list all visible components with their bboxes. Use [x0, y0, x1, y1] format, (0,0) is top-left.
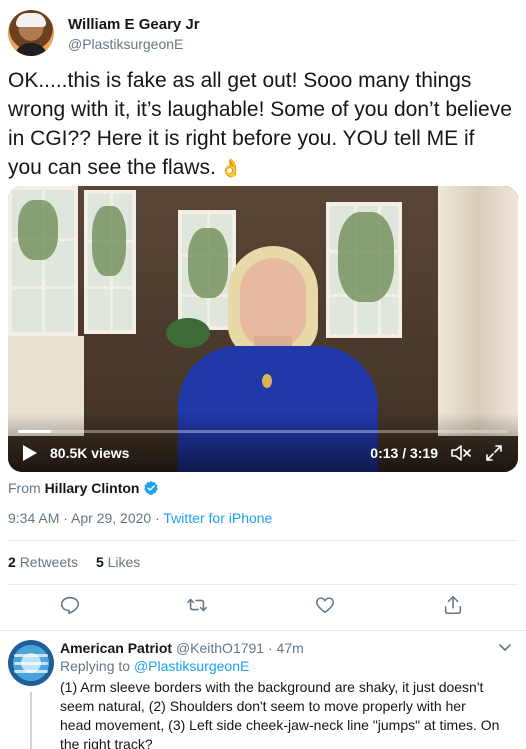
view-count: 80.5K views	[50, 445, 130, 461]
divider	[8, 584, 518, 585]
thread-line	[30, 692, 32, 749]
retweet-button[interactable]	[186, 594, 210, 618]
divider	[0, 630, 526, 631]
reply-icon	[60, 596, 80, 615]
replying-to: Replying to @PlastiksurgeonE	[60, 658, 249, 674]
tweet-text: OK.....this is fake as all get out! Sooo…	[8, 66, 513, 183]
heart-icon	[315, 597, 335, 614]
video-person-face	[240, 258, 306, 348]
share-icon	[444, 595, 462, 615]
video-time: 0:13 / 3:19	[370, 445, 438, 461]
likes-label: Likes	[107, 554, 141, 570]
retweets-stat[interactable]: 2 Retweets	[8, 554, 78, 570]
retweets-label: Retweets	[19, 554, 79, 570]
tweet-body: OK.....this is fake as all get out! Sooo…	[8, 69, 512, 179]
replying-to-handle[interactable]: @PlastiksurgeonE	[134, 658, 249, 674]
source-prefix: From	[8, 480, 41, 496]
fullscreen-button[interactable]	[484, 443, 504, 463]
likes-count: 5	[95, 554, 104, 570]
video-curtain	[438, 186, 518, 436]
video-window-right	[326, 202, 402, 338]
muted-speaker-icon	[451, 445, 471, 461]
author-avatar[interactable]	[8, 10, 54, 56]
video-necklace	[262, 374, 272, 388]
retweet-icon	[187, 598, 207, 612]
tweet-actions	[0, 594, 526, 620]
verified-badge-icon	[144, 481, 159, 495]
video-plant	[166, 318, 210, 348]
video-source-attribution: From Hillary Clinton	[8, 480, 159, 496]
reply-age[interactable]: · 47m	[268, 640, 304, 656]
video-player[interactable]: 80.5K views 0:13 / 3:19	[8, 186, 518, 472]
expand-icon	[486, 445, 502, 461]
tweet-header: William E Geary Jr @PlastiksurgeonE	[8, 10, 508, 58]
tweet-client[interactable]: Twitter for iPhone	[163, 510, 272, 526]
avatar-cap	[16, 13, 46, 27]
tweet-timestamp[interactable]: 9:34 AM · Apr 29, 2020 ·	[8, 510, 163, 526]
tweet-stats: 2 Retweets 5 Likes	[8, 554, 154, 570]
likes-stat[interactable]: 5 Likes	[96, 554, 140, 570]
chevron-down-icon	[499, 644, 511, 651]
reply-author-handle[interactable]: @KeithO1791	[176, 640, 264, 656]
retweets-count: 2	[8, 554, 16, 570]
play-icon	[23, 445, 37, 461]
divider	[8, 540, 518, 541]
share-button[interactable]	[442, 594, 466, 618]
play-button[interactable]	[20, 444, 38, 462]
video-controls-shade	[8, 412, 518, 472]
video-progress-fill	[18, 430, 52, 433]
replying-prefix: Replying to	[60, 658, 131, 674]
like-button[interactable]	[314, 594, 338, 618]
reply-menu-button[interactable]	[498, 640, 512, 654]
mute-button[interactable]	[450, 443, 472, 463]
ok-hand-emoji: 👌	[219, 158, 243, 178]
author-name[interactable]: William E Geary Jr	[68, 16, 200, 33]
reply-button[interactable]	[59, 594, 83, 618]
reply-author-name[interactable]: American Patriot	[60, 640, 172, 656]
reply-author-avatar[interactable]	[8, 640, 54, 686]
author-handle[interactable]: @PlastiksurgeonE	[68, 36, 183, 52]
source-name[interactable]: Hillary Clinton	[45, 480, 140, 496]
video-window-left	[8, 186, 78, 336]
video-progress-bar[interactable]	[18, 430, 508, 433]
tweet-meta: 9:34 AM · Apr 29, 2020 · Twitter for iPh…	[8, 510, 272, 526]
reply-text: (1) Arm sleeve borders with the backgrou…	[60, 679, 500, 749]
avatar-shirt	[14, 43, 48, 56]
video-window-left-2	[84, 190, 136, 334]
reply-header: American Patriot @KeithO1791 · 47m	[60, 640, 304, 656]
